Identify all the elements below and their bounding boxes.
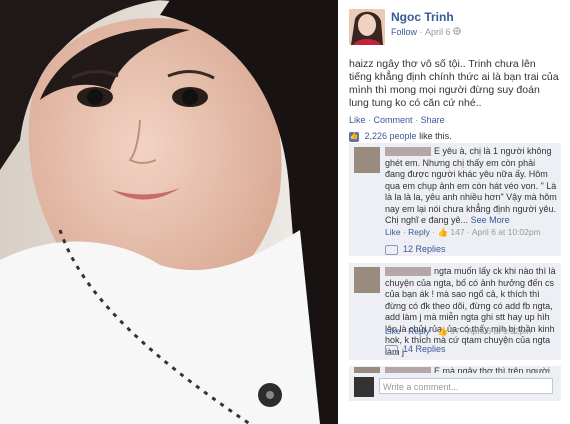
separator-dot: · [368,115,372,125]
comment-like-count: 97 [450,326,460,336]
post-text: haizz ngây thơ vô số tội.. Trinh chưa lê… [349,58,559,109]
profile-photo [0,0,338,424]
replies-link[interactable]: 12 Replies [385,244,446,255]
post-header: Ngoc Trinh Follow · April 6 [349,9,559,49]
commenter-avatar[interactable] [354,147,380,173]
reply-arrow-icon [385,344,398,355]
reply-arrow-icon [385,244,398,255]
see-more-link[interactable]: See More [471,215,510,225]
comment-link[interactable]: Comment [374,115,413,125]
commenter-name-redacted[interactable] [385,147,431,157]
thumbs-up-icon: 👍 [437,227,449,237]
comment-date[interactable]: April 6 at 10:02pm [472,227,541,237]
poster-avatar[interactable] [349,9,385,45]
commenter-name-redacted[interactable] [385,267,431,277]
like-link[interactable]: Like [349,115,366,125]
post-actions: Like · Comment · Share [349,115,445,125]
likes-summary: 👍 2,226 people like this. [349,131,452,142]
selfie-image [0,0,338,424]
comment-date[interactable]: April 6 at 9:52pm [467,326,531,336]
comment-like-count: 147 [450,227,465,237]
write-comment-box: Write a comment... [349,373,561,401]
comment-input[interactable]: Write a comment... [379,378,553,394]
replies-link[interactable]: 14 Replies [385,344,446,355]
follow-link[interactable]: Follow [391,27,417,37]
comment-meta: Like · Reply · 👍 147 · April 6 at 10:02p… [385,227,541,237]
thumbs-up-icon: 👍 [349,131,359,142]
globe-icon [453,27,461,37]
comment-item: ngta muốn lấy ck khi nào thì là chuyện c… [349,263,561,360]
post-subline: Follow · April 6 [391,27,461,37]
comment-reply-link[interactable]: Reply [408,326,430,336]
comment-like-link[interactable]: Like [385,227,401,237]
commenter-avatar[interactable] [354,267,380,293]
comment-item: E yêu à, chị là 1 người không ghét em. N… [349,143,561,256]
likes-suffix: like this. [419,131,452,141]
poster-name[interactable]: Ngoc Trinh [391,10,454,24]
viewer-avatar [354,377,374,397]
comment-text: E yêu à, chị là 1 người không ghét em. N… [385,146,557,225]
comment-meta: Like · Reply · 👍 97 · April 6 at 9:52pm [385,326,532,336]
thumbs-up-icon: 👍 [437,326,449,336]
post-panel: Ngoc Trinh Follow · April 6 haizz ngây t… [338,0,570,424]
separator-dot: · [415,115,419,125]
separator-dot: · [419,27,423,37]
post-date[interactable]: April 6 [425,27,451,37]
share-link[interactable]: Share [421,115,445,125]
comment-reply-link[interactable]: Reply [408,227,430,237]
avatar-image [349,9,385,45]
comment-like-link[interactable]: Like [385,326,401,336]
likes-count-link[interactable]: 2,226 people [365,131,417,141]
